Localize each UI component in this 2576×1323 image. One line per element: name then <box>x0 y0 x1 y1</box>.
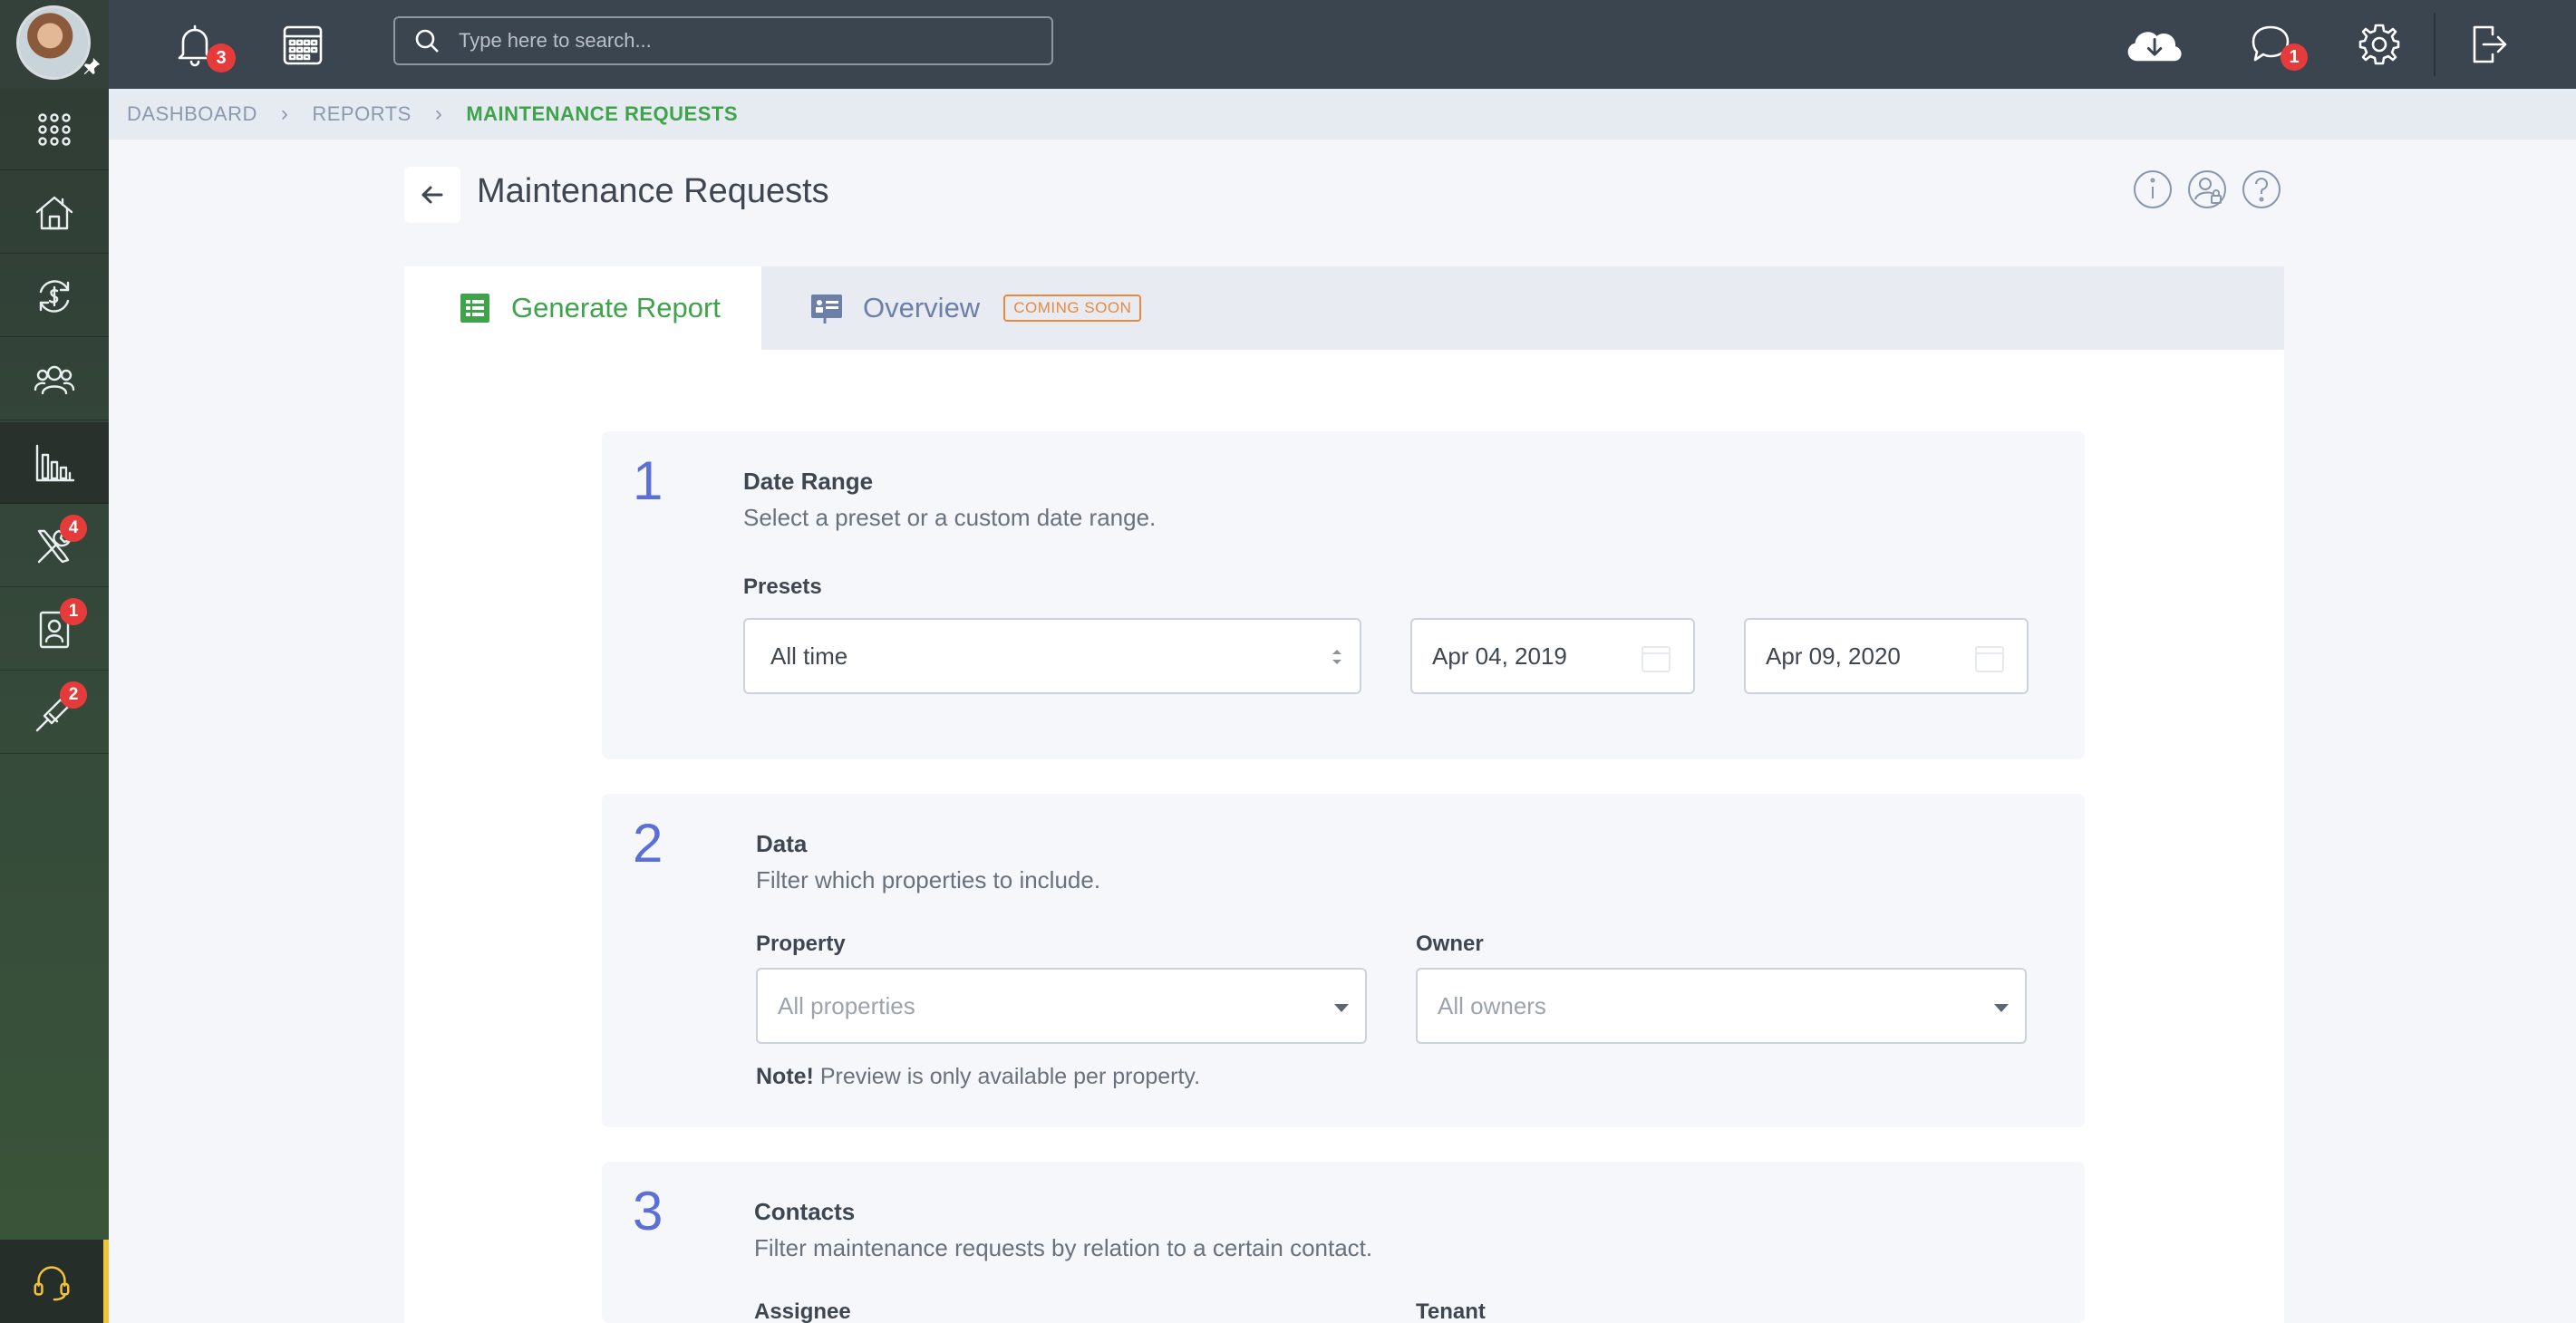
search-input[interactable] <box>459 29 1039 53</box>
presets-select[interactable]: All time <box>743 618 1361 694</box>
sidebar-item-accounting[interactable] <box>0 256 109 337</box>
note-text: Preview is only available per property. <box>813 1064 1201 1089</box>
sidebar-item-tenants[interactable]: 1 <box>0 589 109 671</box>
calendar-icon <box>283 25 323 65</box>
sidebar-item-properties[interactable] <box>0 172 109 254</box>
coming-soon-badge: COMING SOON <box>1003 295 1142 322</box>
breadcrumb-dashboard[interactable]: DASHBOARD <box>127 102 257 126</box>
notifications-button[interactable]: 3 <box>167 16 236 72</box>
breadcrumb-reports[interactable]: REPORTS <box>312 102 411 126</box>
maintenance-badge: 4 <box>60 515 87 542</box>
sidebar-item-reports[interactable] <box>0 422 109 504</box>
select-arrows-icon <box>1332 650 1341 664</box>
section-title: Contacts <box>754 1198 856 1225</box>
report-tabs: Generate Report Overview COMING SOON <box>404 266 2284 350</box>
pin-icon[interactable] <box>82 56 102 82</box>
owner-placeholder: All owners <box>1438 991 1546 1019</box>
house-icon <box>35 196 73 229</box>
section-description: Filter which properties to include. <box>756 866 1101 893</box>
logout-button[interactable] <box>2460 16 2516 72</box>
sidebar-item-maintenance[interactable]: 4 <box>0 506 109 587</box>
chevron-down-icon <box>1994 1004 2009 1012</box>
settings-button[interactable] <box>2351 16 2407 72</box>
section-title: Data <box>756 830 808 857</box>
sidebar-item-tasks[interactable]: 2 <box>0 672 109 754</box>
top-bar: 3 1 <box>109 0 2576 89</box>
gear-icon <box>2358 24 2400 65</box>
chevron-down-icon <box>1334 1004 1349 1012</box>
chevron-right-icon: › <box>280 101 289 126</box>
logout-icon <box>2473 25 2507 63</box>
start-date-value: Apr 04, 2019 <box>1432 642 1567 670</box>
user-avatar[interactable] <box>0 0 109 89</box>
info-icon <box>2134 170 2172 208</box>
breadcrumb: DASHBOARD › REPORTS › MAINTENANCE REQUES… <box>109 89 2576 140</box>
question-icon <box>2242 170 2281 208</box>
people-icon <box>34 365 75 394</box>
section-title: Date Range <box>743 468 874 495</box>
support-button[interactable] <box>0 1240 109 1323</box>
step-number: 2 <box>633 813 663 874</box>
breadcrumb-current: MAINTENANCE REQUESTS <box>466 102 738 125</box>
page-title: Maintenance Requests <box>477 172 829 210</box>
notifications-badge: 3 <box>207 43 236 72</box>
back-button[interactable] <box>404 167 460 223</box>
user-permissions-button[interactable] <box>2186 169 2228 210</box>
presets-value: All time <box>770 642 848 670</box>
property-placeholder: All properties <box>778 991 915 1019</box>
report-sheet-icon <box>460 294 489 323</box>
step-number: 3 <box>633 1181 663 1241</box>
money-cycle-icon <box>39 279 70 313</box>
help-button[interactable] <box>2241 169 2282 210</box>
calendar-icon[interactable] <box>1974 643 2005 674</box>
grid-icon <box>38 112 71 146</box>
bar-chart-icon <box>35 444 75 481</box>
assignee-label: Assignee <box>754 1299 851 1323</box>
end-date-value: Apr 09, 2020 <box>1766 642 1901 670</box>
info-button[interactable] <box>2132 169 2174 210</box>
preview-note: Note! Preview is only available per prop… <box>756 1064 1200 1090</box>
owner-select[interactable]: All owners <box>1416 968 2027 1044</box>
data-section: 2 Data Filter which properties to includ… <box>602 794 2085 1127</box>
end-date-field[interactable]: Apr 09, 2020 <box>1744 618 2029 694</box>
tab-label: Generate Report <box>511 292 721 324</box>
step-number: 1 <box>633 450 663 511</box>
search-bar[interactable] <box>393 16 1053 65</box>
contacts-section: 3 Contacts Filter maintenance requests b… <box>602 1162 2085 1323</box>
headset-icon <box>34 1266 70 1301</box>
sidebar-item-apps[interactable] <box>0 89 109 170</box>
tenant-label: Tenant <box>1416 1299 1486 1323</box>
section-description: Filter maintenance requests by relation … <box>754 1234 1373 1261</box>
note-bold: Note! <box>756 1064 814 1089</box>
date-range-section: 1 Date Range Select a preset or a custom… <box>602 431 2085 759</box>
messages-badge: 1 <box>2281 43 2308 71</box>
tab-overview[interactable]: Overview COMING SOON <box>810 266 1142 350</box>
chevron-right-icon: › <box>434 101 443 126</box>
tenants-badge: 1 <box>60 598 87 625</box>
property-select[interactable]: All properties <box>756 968 1367 1044</box>
tab-generate-report[interactable]: Generate Report <box>404 266 761 350</box>
calendar-button[interactable] <box>275 16 331 72</box>
search-icon <box>415 29 439 53</box>
presets-label: Presets <box>743 575 822 599</box>
tab-label: Overview <box>863 292 981 324</box>
sidebar: 4 1 2 <box>0 0 109 1323</box>
tasks-badge: 2 <box>60 681 87 709</box>
presentation-icon <box>811 295 842 324</box>
sidebar-item-contacts[interactable] <box>0 339 109 420</box>
topbar-divider <box>2434 13 2436 76</box>
cloud-download-icon <box>2127 32 2182 62</box>
messages-button[interactable]: 1 <box>2242 16 2308 72</box>
calendar-icon[interactable] <box>1641 643 1671 674</box>
owner-label: Owner <box>1416 932 1484 956</box>
download-button[interactable] <box>2117 16 2190 72</box>
section-description: Select a preset or a custom date range. <box>743 504 1157 531</box>
property-label: Property <box>756 932 846 956</box>
arrow-left-icon <box>421 186 443 204</box>
start-date-field[interactable]: Apr 04, 2019 <box>1410 618 1695 694</box>
user-lock-icon <box>2188 170 2226 208</box>
avatar-image <box>16 5 91 80</box>
